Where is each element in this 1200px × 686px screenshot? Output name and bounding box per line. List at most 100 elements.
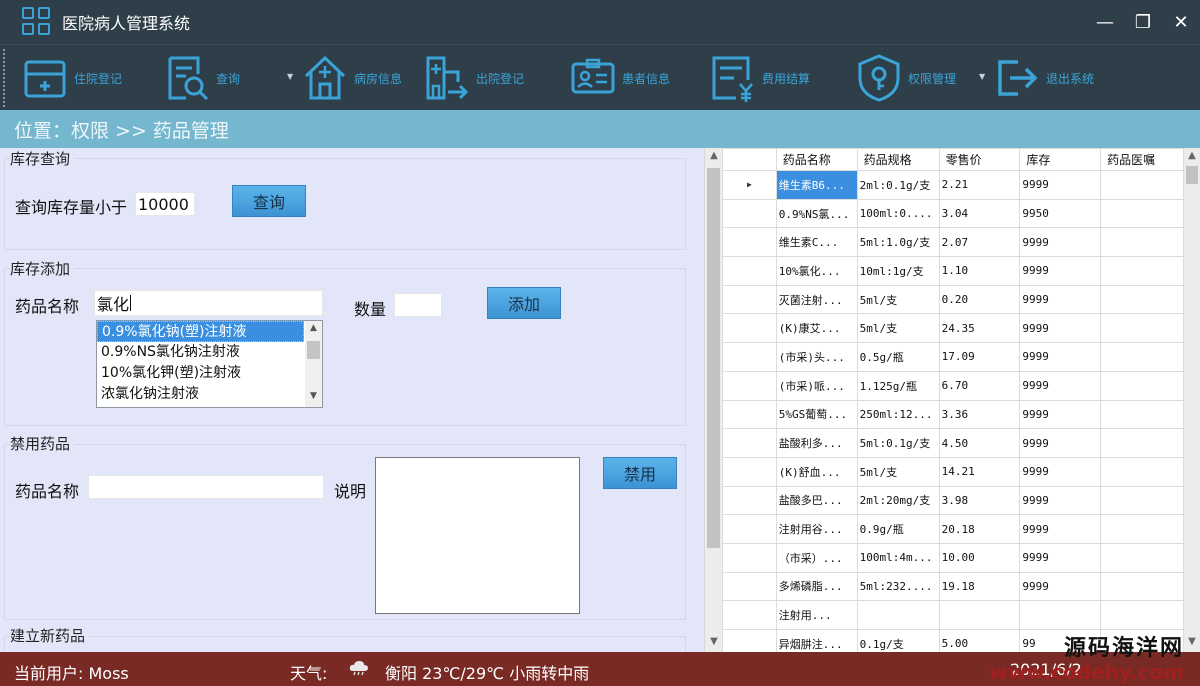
table-cell[interactable]: [1019, 600, 1102, 630]
table-cell[interactable]: 19.18: [938, 571, 1021, 602]
table-cell[interactable]: [1100, 456, 1184, 487]
list-item[interactable]: 0.9%NS氯化钠注射液: [97, 342, 304, 363]
table-cell[interactable]: 9999: [1019, 542, 1102, 573]
table-cell[interactable]: [856, 600, 940, 630]
table-cell[interactable]: 9999: [1019, 342, 1102, 372]
grid-scrollbar[interactable]: ▲ ▼: [1184, 148, 1200, 652]
query-dropdown-arrow-icon[interactable]: ▼: [287, 72, 293, 81]
table-cell[interactable]: 9950: [1019, 198, 1102, 229]
scroll-thumb[interactable]: [1186, 166, 1198, 184]
table-cell[interactable]: [1100, 227, 1184, 258]
table-cell[interactable]: 24.35: [938, 313, 1021, 344]
table-row[interactable]: (K)康艾... 5ml/支 24.35 9999: [722, 313, 1184, 344]
table-cell[interactable]: (K)康艾...: [775, 313, 858, 344]
column-header[interactable]: 零售价: [938, 148, 1021, 171]
table-row[interactable]: 盐酸利多... 5ml:0.1g/支 4.50 9999: [722, 428, 1184, 458]
table-cell[interactable]: 14.21: [938, 456, 1021, 487]
toolbar-permission-button[interactable]: 权限管理: [856, 45, 956, 111]
table-cell[interactable]: (K)舒血...: [775, 456, 858, 487]
row-header[interactable]: [722, 571, 777, 602]
row-header[interactable]: [722, 370, 777, 401]
table-cell[interactable]: 10%氯化...: [775, 256, 858, 286]
table-cell[interactable]: 3.04: [938, 198, 1021, 229]
table-cell[interactable]: 盐酸多巴...: [775, 485, 858, 516]
table-cell[interactable]: 维生素B6...: [775, 170, 858, 200]
scroll-down-icon[interactable]: ▼: [705, 636, 723, 647]
row-header[interactable]: [722, 629, 777, 652]
table-cell[interactable]: 0.1g/支: [856, 629, 940, 652]
table-cell[interactable]: 9999: [1019, 227, 1102, 258]
toolbar-discharge-button[interactable]: 出院登记: [424, 45, 524, 111]
table-cell[interactable]: [1100, 485, 1184, 516]
table-cell[interactable]: 9999: [1019, 456, 1102, 487]
row-header[interactable]: [722, 256, 777, 286]
query-button[interactable]: 查询: [232, 185, 306, 217]
table-cell[interactable]: [1100, 256, 1184, 286]
table-cell[interactable]: 0.20: [938, 284, 1021, 315]
table-cell[interactable]: 维生素C...: [775, 227, 858, 258]
row-header[interactable]: [722, 514, 777, 544]
table-row[interactable]: （市采）... 100ml:4m... 10.00 9999: [722, 542, 1184, 573]
scroll-up-icon[interactable]: ▲: [305, 323, 322, 333]
ban-note-textarea[interactable]: [375, 457, 580, 614]
table-cell[interactable]: 注射用谷...: [775, 514, 858, 544]
column-header[interactable]: 药品医嘱: [1100, 148, 1184, 171]
toolbar-exit-button[interactable]: 退出系统: [994, 45, 1094, 111]
table-cell[interactable]: 盐酸利多...: [775, 428, 858, 458]
table-cell[interactable]: 2.21: [938, 170, 1021, 200]
row-header[interactable]: [722, 198, 777, 229]
row-header[interactable]: [722, 456, 777, 487]
column-header[interactable]: 药品规格: [856, 148, 940, 171]
table-cell[interactable]: 17.09: [938, 342, 1021, 372]
table-cell[interactable]: 4.50: [938, 428, 1021, 458]
table-row[interactable]: ▶ 维生素B6... 2ml:0.1g/支 2.21 9999: [722, 170, 1184, 200]
list-item[interactable]: 0.9%氯化钠(塑)注射液: [97, 321, 304, 342]
table-cell[interactable]: 多烯磷脂...: [775, 571, 858, 602]
table-cell[interactable]: 250ml:12...: [856, 399, 940, 430]
table-cell[interactable]: [1100, 313, 1184, 344]
table-cell[interactable]: 10.00: [938, 542, 1021, 573]
table-cell[interactable]: 3.98: [938, 485, 1021, 516]
table-cell[interactable]: 2ml:20mg/支: [856, 485, 940, 516]
scroll-up-icon[interactable]: ▲: [1184, 150, 1200, 161]
table-cell[interactable]: 9999: [1019, 370, 1102, 401]
table-cell[interactable]: （市采）...: [775, 542, 858, 573]
column-header[interactable]: 库存: [1019, 148, 1102, 171]
table-cell[interactable]: 5%GS葡萄...: [775, 399, 858, 430]
scroll-up-icon[interactable]: ▲: [705, 150, 723, 161]
table-cell[interactable]: (市采)哌...: [775, 370, 858, 401]
scroll-thumb[interactable]: [707, 168, 720, 548]
table-cell[interactable]: [1100, 170, 1184, 200]
table-cell[interactable]: 灭菌注射...: [775, 284, 858, 315]
table-cell[interactable]: [1100, 198, 1184, 229]
table-cell[interactable]: 9999: [1019, 399, 1102, 430]
table-cell[interactable]: 5ml/支: [856, 313, 940, 344]
table-cell[interactable]: 100ml:0....: [856, 198, 940, 229]
table-cell[interactable]: [1100, 399, 1184, 430]
row-header[interactable]: ▶: [722, 170, 777, 200]
drug-data-grid[interactable]: 药品名称 药品规格 零售价 库存 药品医嘱 ▶ 维生素B6... 2ml:0.1g/…: [722, 148, 1184, 652]
table-cell[interactable]: 1.10: [938, 256, 1021, 286]
table-cell[interactable]: 5ml:0.1g/支: [856, 428, 940, 458]
row-header[interactable]: [722, 542, 777, 573]
quantity-input[interactable]: [394, 293, 442, 317]
row-header[interactable]: [722, 600, 777, 630]
scroll-thumb[interactable]: [307, 341, 320, 359]
table-cell[interactable]: 0.9g/瓶: [856, 514, 940, 544]
left-panel-scrollbar[interactable]: ▲ ▼: [704, 148, 722, 652]
permission-dropdown-arrow-icon[interactable]: ▼: [979, 72, 985, 81]
column-header[interactable]: 药品名称: [775, 148, 858, 171]
table-row[interactable]: 10%氯化... 10ml:1g/支 1.10 9999: [722, 256, 1184, 286]
table-cell[interactable]: 5ml:232....: [856, 571, 940, 602]
toolbar-query-button[interactable]: 查询: [164, 45, 240, 111]
table-cell[interactable]: [938, 600, 1021, 630]
table-cell[interactable]: [1100, 571, 1184, 602]
table-row[interactable]: 多烯磷脂... 5ml:232.... 19.18 9999: [722, 571, 1184, 602]
table-cell[interactable]: 9999: [1019, 313, 1102, 344]
table-cell[interactable]: 9999: [1019, 284, 1102, 315]
list-item[interactable]: 10%氯化钾(塑)注射液: [97, 363, 304, 384]
add-button[interactable]: 添加: [487, 287, 561, 319]
table-row[interactable]: 注射用谷... 0.9g/瓶 20.18 9999: [722, 514, 1184, 544]
table-cell[interactable]: 6.70: [938, 370, 1021, 401]
toolbar-admission-button[interactable]: 住院登记: [22, 45, 122, 111]
